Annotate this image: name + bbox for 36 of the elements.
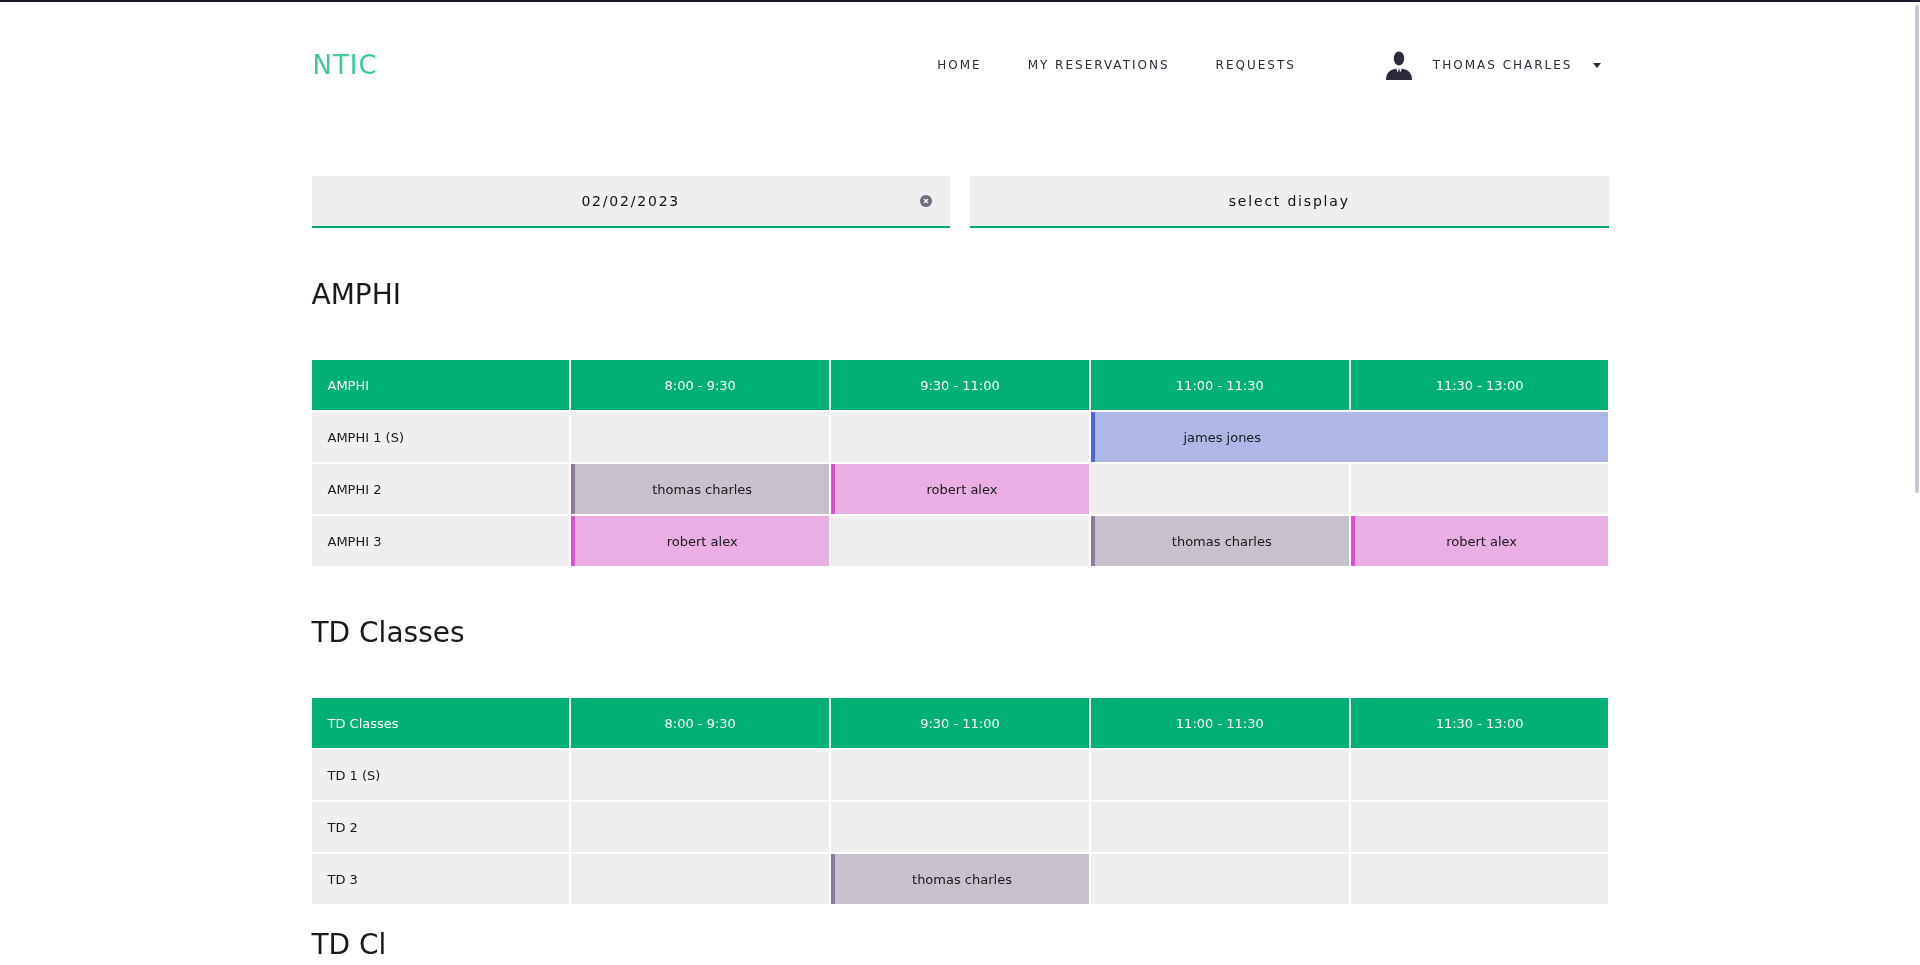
section-heading: TD Cl	[311, 930, 388, 960]
room-name: TD 2	[311, 802, 570, 852]
reservation-block[interactable]: robert alex	[831, 464, 1089, 514]
time-slot-header: 11:30 - 13:00	[1350, 360, 1609, 410]
section-heading: TD Classes	[311, 616, 466, 650]
time-slot-header: 8:00 - 9:30	[571, 360, 830, 410]
date-field[interactable]: 02/02/2023	[311, 176, 950, 228]
table-title-header: TD Classes	[311, 698, 570, 748]
nav-link[interactable]: HOME	[937, 58, 982, 72]
time-slot-header: 9:30 - 11:00	[831, 360, 1089, 410]
scrollbar-thumb[interactable]	[1915, 5, 1919, 493]
room-name: AMPHI 1 (S)	[311, 412, 570, 462]
user-name[interactable]: THOMAS CHARLES	[1432, 58, 1573, 72]
time-slot-header: 11:00 - 11:30	[1090, 360, 1349, 410]
reservation-block[interactable]: thomas charles	[1090, 516, 1349, 566]
time-slot-header: 11:30 - 13:00	[1350, 698, 1609, 748]
nav-link[interactable]: REQUESTS	[1215, 58, 1296, 72]
section-heading: AMPHI	[311, 278, 402, 312]
room-name: AMPHI 2	[311, 464, 570, 514]
time-slot-header: 9:30 - 11:00	[831, 698, 1089, 748]
clear-icon[interactable]	[920, 195, 932, 207]
reservation-block[interactable]: thomas charles	[571, 464, 830, 514]
time-slot-header: 8:00 - 9:30	[571, 698, 830, 748]
room-name: TD 3	[311, 854, 570, 904]
avatar-icon[interactable]	[1383, 50, 1414, 80]
reservation-block[interactable]: thomas charles	[831, 854, 1089, 904]
room-name: AMPHI 3	[311, 516, 570, 566]
reservation-block[interactable]: robert alex	[1350, 516, 1609, 566]
reservation-block[interactable]: james jones	[1090, 412, 1609, 462]
caret-icon[interactable]	[1592, 62, 1601, 68]
table-title-header: AMPHI	[311, 360, 570, 410]
reservation-block[interactable]: robert alex	[571, 516, 830, 566]
room-name: TD 1 (S)	[311, 750, 570, 800]
nav-link[interactable]: MY RESERVATIONS	[1027, 58, 1170, 72]
display-select[interactable]: select display	[970, 176, 1609, 228]
time-slot-header: 11:00 - 11:30	[1090, 698, 1349, 748]
